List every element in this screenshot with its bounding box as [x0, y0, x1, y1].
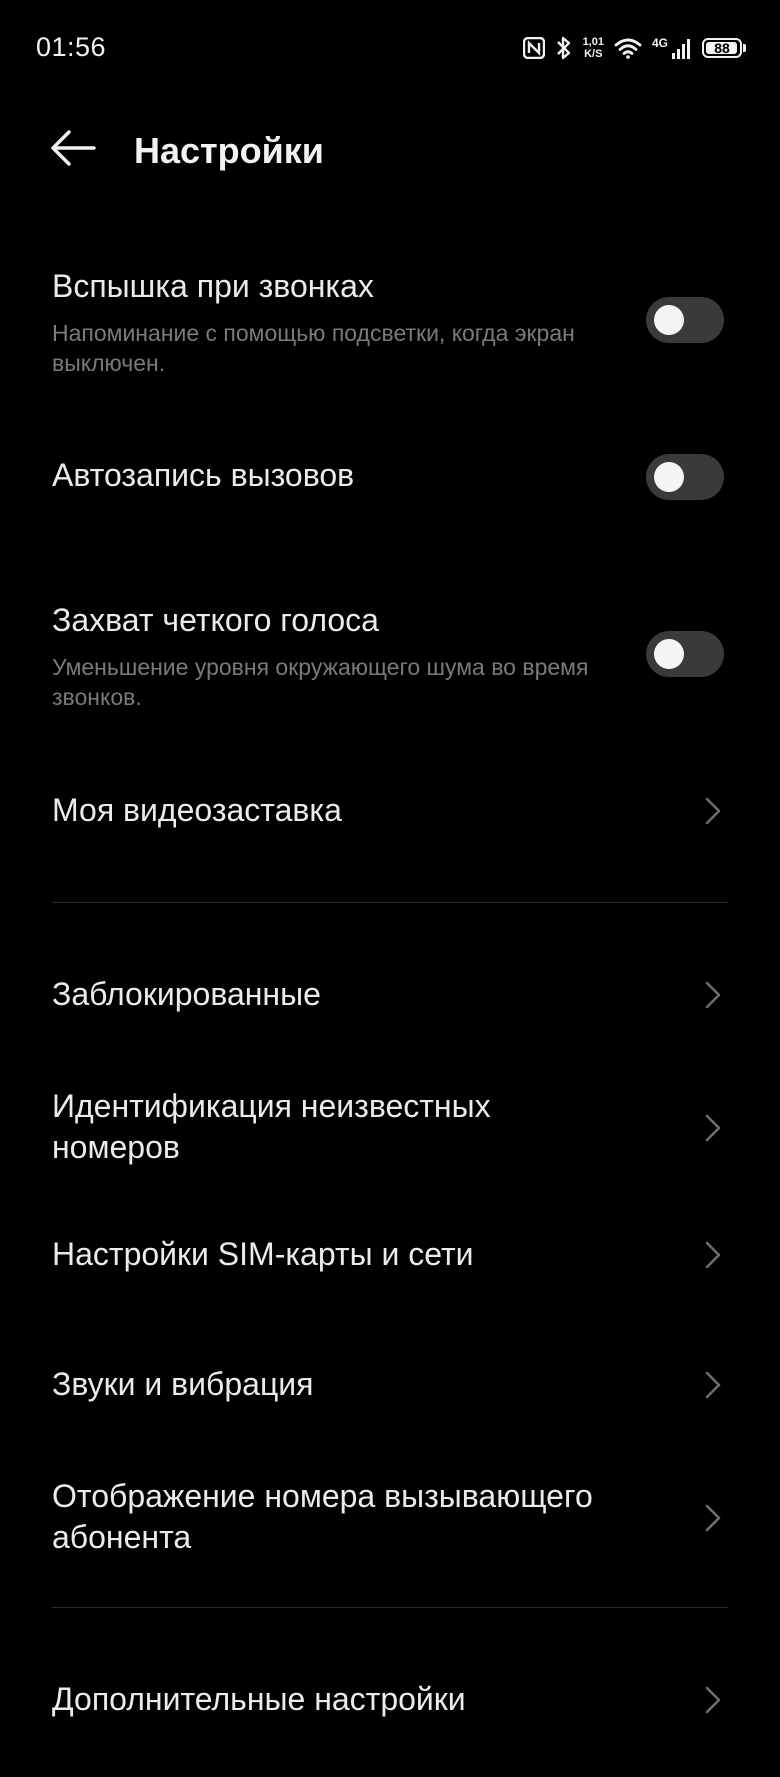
signal-icon [672, 37, 692, 59]
setting-clear-voice[interactable]: Захват четкого голоса Уменьшение уровня … [0, 596, 780, 726]
chevron-right-icon [705, 797, 721, 825]
toggle-knob [654, 462, 684, 492]
clear-voice-toggle[interactable] [646, 631, 724, 677]
back-button[interactable] [48, 126, 98, 170]
setting-sim-network[interactable]: Настройки SIM-карты и сети [0, 1222, 780, 1288]
chevron-right-icon [705, 1504, 721, 1532]
setting-auto-record[interactable]: Автозапись вызовов [0, 440, 780, 516]
divider [52, 902, 728, 903]
page-title: Настройки [134, 130, 324, 171]
wifi-icon [614, 37, 642, 59]
auto-record-toggle[interactable] [646, 454, 724, 500]
setting-label: Автозапись вызовов [52, 457, 355, 493]
speed-value: 1,01 [582, 36, 604, 48]
status-time: 01:56 [36, 32, 107, 62]
chevron-right-icon [705, 1241, 721, 1269]
setting-label: Вспышка при звонках [52, 268, 374, 304]
battery-level: 88 [714, 40, 730, 56]
setting-video-ringtone[interactable]: Моя видеозаставка [0, 778, 780, 844]
status-bar: 01:56 1,01 K/S 4G 88 [0, 0, 780, 100]
flash-toggle[interactable] [646, 297, 724, 343]
setting-label: Заблокированные [52, 976, 321, 1012]
setting-caller-id[interactable]: Отображение номера вызывающего абонента [0, 1472, 780, 1564]
network-type: 4G [651, 36, 668, 50]
setting-unknown-numbers[interactable]: Идентификация неизвестных номеров [0, 1082, 780, 1174]
speed-unit: K/S [584, 48, 603, 60]
chevron-right-icon [705, 1114, 721, 1142]
setting-sounds-vibration[interactable]: Звуки и вибрация [0, 1352, 780, 1418]
setting-label: Отображение номера вызывающего абонента [52, 1478, 593, 1555]
arrow-left-icon [51, 130, 96, 166]
setting-flash-on-calls[interactable]: Вспышка при звонках Напоминание с помощь… [0, 262, 780, 392]
setting-label: Дополнительные настройки [52, 1681, 466, 1717]
battery-icon: 88 [702, 38, 746, 58]
app-header: Настройки [0, 110, 780, 190]
nfc-icon [522, 37, 545, 59]
setting-label: Моя видеозаставка [52, 792, 342, 828]
chevron-right-icon [705, 981, 721, 1009]
setting-subtitle: Уменьшение уровня окружающего шума во вр… [52, 654, 589, 710]
setting-blocked[interactable]: Заблокированные [0, 962, 780, 1028]
divider [52, 1607, 728, 1608]
network-speed: 1,01 K/S [583, 36, 604, 60]
setting-label: Настройки SIM-карты и сети [52, 1236, 474, 1272]
status-icons: 1,01 K/S 4G 88 [522, 32, 746, 64]
setting-subtitle: Напоминание с помощью подсветки, когда э… [52, 320, 575, 376]
setting-label: Звуки и вибрация [52, 1366, 314, 1402]
chevron-right-icon [705, 1371, 721, 1399]
chevron-right-icon [705, 1686, 721, 1714]
setting-more[interactable]: Дополнительные настройки [0, 1667, 780, 1733]
setting-label: Идентификация неизвестных номеров [52, 1088, 491, 1165]
toggle-knob [654, 305, 684, 335]
setting-label: Захват четкого голоса [52, 602, 379, 638]
bluetooth-icon [555, 35, 573, 61]
toggle-knob [654, 639, 684, 669]
